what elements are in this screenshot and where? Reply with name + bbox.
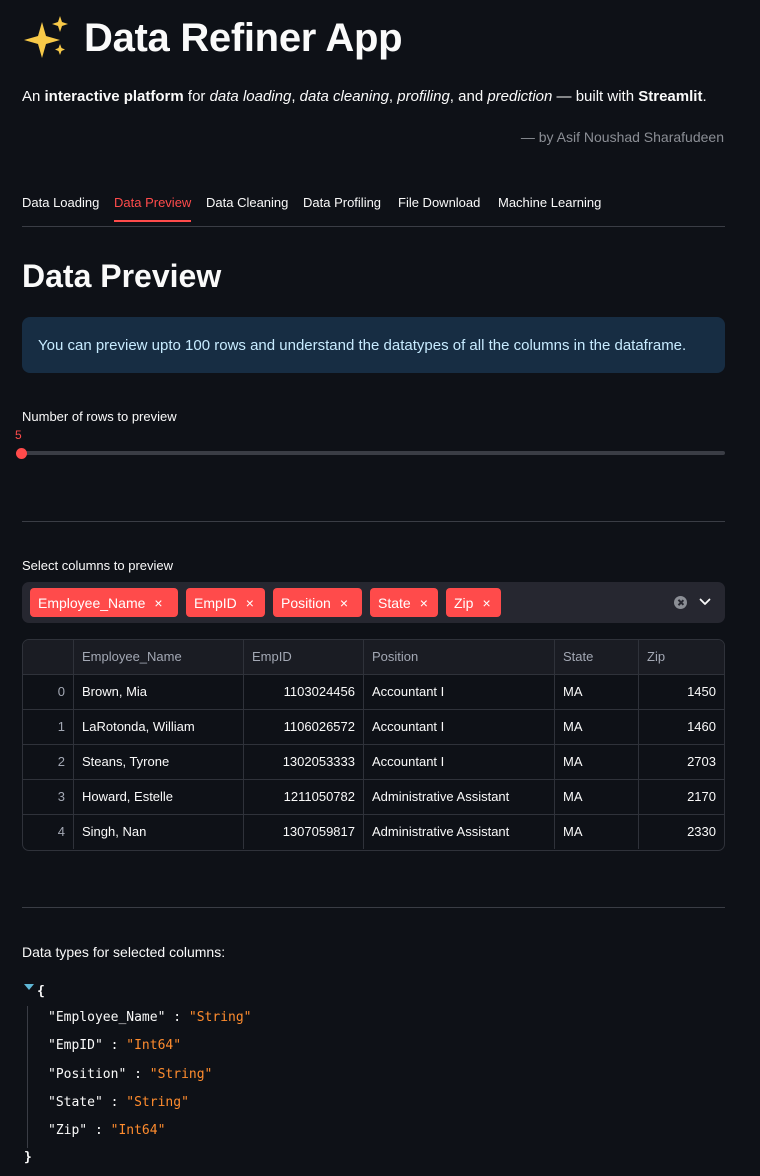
cell-empid[interactable]: 1211050782 — [244, 780, 364, 814]
cell-state[interactable]: MA — [555, 675, 639, 709]
tab-data-profiling[interactable]: Data Profiling — [303, 188, 381, 220]
cell-position[interactable]: Accountant I — [364, 745, 555, 779]
json-entry: "Employee_Name" : "String" — [48, 1010, 252, 1025]
chip-employee-name: Employee_Name × — [30, 588, 178, 617]
chevron-down-icon[interactable] — [698, 595, 712, 609]
json-entry: "State" : "String" — [48, 1095, 189, 1110]
cell-employee-name[interactable]: LaRotonda, William — [74, 710, 244, 744]
columns-multiselect[interactable]: Employee_Name × EmpID × Position × State × Z… — [22, 582, 725, 623]
cell-state[interactable]: MA — [555, 710, 639, 744]
app-title-text: Data Refiner App — [84, 15, 403, 60]
rows-slider-thumb[interactable] — [16, 448, 27, 459]
row-index: 1 — [23, 710, 74, 744]
remove-chip-icon[interactable]: × — [420, 595, 428, 611]
rows-slider-label: Number of rows to preview — [22, 409, 177, 424]
chip-state: State × — [370, 588, 438, 617]
header-state[interactable]: State — [555, 640, 639, 674]
cell-employee-name[interactable]: Singh, Nan — [74, 815, 244, 849]
chip-position: Position × — [273, 588, 362, 617]
table-row: 1 LaRotonda, William 1106026572 Accounta… — [23, 710, 724, 745]
cell-state[interactable]: MA — [555, 745, 639, 779]
cell-zip[interactable]: 1460 — [639, 710, 724, 744]
row-index: 2 — [23, 745, 74, 779]
rows-slider-track[interactable] — [22, 451, 725, 455]
clear-all-icon[interactable] — [674, 596, 687, 609]
cell-position[interactable]: Accountant I — [364, 710, 555, 744]
remove-chip-icon[interactable]: × — [482, 595, 490, 611]
table-row: 0 Brown, Mia 1103024456 Accountant I MA … — [23, 675, 724, 710]
cell-employee-name[interactable]: Brown, Mia — [74, 675, 244, 709]
row-index: 4 — [23, 815, 74, 849]
table-row: 2 Steans, Tyrone 1302053333 Accountant I… — [23, 745, 724, 780]
json-entry: "Zip" : "Int64" — [48, 1123, 166, 1138]
cell-position[interactable]: Administrative Assistant — [364, 780, 555, 814]
cell-state[interactable]: MA — [555, 780, 639, 814]
intro-text: An interactive platform for data loading… — [22, 88, 707, 105]
chip-empid: EmpID × — [186, 588, 265, 617]
cell-empid[interactable]: 1106026572 — [244, 710, 364, 744]
preview-table[interactable]: Employee_Name EmpID Position State Zip 0… — [22, 639, 725, 851]
json-indent-guide — [27, 1006, 28, 1148]
header-position[interactable]: Position — [364, 640, 555, 674]
header-zip[interactable]: Zip — [639, 640, 724, 674]
tab-bar: Data Loading Data Preview Data Cleaning … — [22, 188, 725, 227]
cell-zip[interactable]: 2170 — [639, 780, 724, 814]
json-entry: "EmpID" : "Int64" — [48, 1038, 182, 1053]
divider — [22, 907, 725, 908]
table-header-row: Employee_Name EmpID Position State Zip — [23, 640, 724, 675]
cell-employee-name[interactable]: Steans, Tyrone — [74, 745, 244, 779]
rows-slider-value: 5 — [15, 428, 22, 442]
table-row: 3 Howard, Estelle 1211050782 Administrat… — [23, 780, 724, 815]
author-credit: — by Asif Noushad Sharafudeen — [520, 129, 724, 145]
info-alert: You can preview upto 100 rows and unders… — [22, 317, 725, 373]
header-employee-name[interactable]: Employee_Name — [74, 640, 244, 674]
dtypes-label: Data types for selected columns: — [22, 944, 226, 960]
section-title: Data Preview — [22, 258, 222, 294]
cell-empid[interactable]: 1103024456 — [244, 675, 364, 709]
collapse-toggle-icon[interactable] — [24, 984, 34, 990]
info-alert-text: You can preview upto 100 rows and unders… — [38, 336, 687, 354]
tab-file-download[interactable]: File Download — [398, 188, 480, 220]
json-open-brace: { — [37, 984, 45, 999]
remove-chip-icon[interactable]: × — [246, 595, 254, 611]
cell-state[interactable]: MA — [555, 815, 639, 849]
header-index — [23, 640, 74, 674]
row-index: 0 — [23, 675, 74, 709]
cell-zip[interactable]: 2703 — [639, 745, 724, 779]
cell-employee-name[interactable]: Howard, Estelle — [74, 780, 244, 814]
app-title: Data Refiner App — [22, 14, 403, 62]
remove-chip-icon[interactable]: × — [340, 595, 348, 611]
cell-empid[interactable]: 1302053333 — [244, 745, 364, 779]
tab-data-cleaning[interactable]: Data Cleaning — [206, 188, 288, 220]
tab-data-preview[interactable]: Data Preview — [114, 188, 192, 222]
columns-select-label: Select columns to preview — [22, 558, 174, 573]
header-empid[interactable]: EmpID — [244, 640, 364, 674]
chip-zip: Zip × — [446, 588, 501, 617]
json-entry: "Position" : "String" — [48, 1067, 213, 1082]
cell-zip[interactable]: 1450 — [639, 675, 724, 709]
cell-position[interactable]: Accountant I — [364, 675, 555, 709]
tab-machine-learning[interactable]: Machine Learning — [498, 188, 601, 220]
json-close-brace: } — [24, 1150, 32, 1165]
remove-chip-icon[interactable]: × — [154, 595, 162, 611]
row-index: 3 — [23, 780, 74, 814]
sparkles-icon — [22, 14, 70, 62]
cell-empid[interactable]: 1307059817 — [244, 815, 364, 849]
table-row: 4 Singh, Nan 1307059817 Administrative A… — [23, 815, 724, 850]
cell-position[interactable]: Administrative Assistant — [364, 815, 555, 849]
cell-zip[interactable]: 2330 — [639, 815, 724, 849]
divider — [22, 521, 725, 522]
tab-data-loading[interactable]: Data Loading — [22, 188, 99, 220]
